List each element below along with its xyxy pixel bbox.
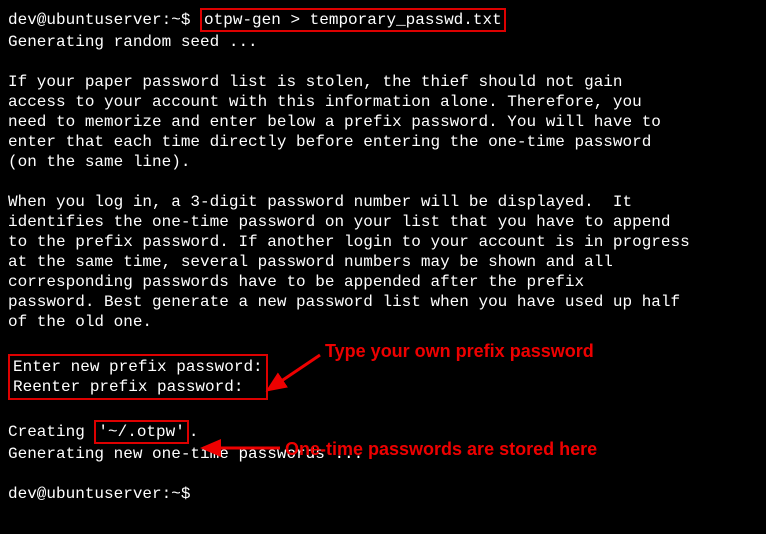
command-highlighted: otpw-gen > temporary_passwd.txt (200, 8, 506, 32)
para2-line: of the old one. (8, 312, 758, 332)
para2-line: to the prefix password. If another login… (8, 232, 758, 252)
annotation-prefix: Type your own prefix password (325, 340, 594, 363)
enter-prefix-prompt[interactable]: Enter new prefix password: (13, 357, 263, 377)
annotation-storage: One-time passwords are stored here (285, 438, 597, 461)
prompt-line-2[interactable]: dev@ubuntuserver:~$ (8, 484, 758, 504)
para2-line: identifies the one-time password on your… (8, 212, 758, 232)
prompt-user: dev@ubuntuserver (8, 11, 162, 29)
para1-line: (on the same line). (8, 152, 758, 172)
prompt-line-1: dev@ubuntuserver:~$ otpw-gen > temporary… (8, 8, 758, 32)
para2-line: password. Best generate a new password l… (8, 292, 758, 312)
creating-prefix: Creating (8, 423, 94, 441)
prefix-password-box: Enter new prefix password: Reenter prefi… (8, 354, 268, 400)
output-seed: Generating random seed ... (8, 32, 758, 52)
para1-line: enter that each time directly before ent… (8, 132, 758, 152)
para1-line: access to your account with this informa… (8, 92, 758, 112)
para1-line: need to memorize and enter below a prefi… (8, 112, 758, 132)
prompt-user: dev@ubuntuserver (8, 485, 162, 503)
prompt-path: :~$ (162, 11, 200, 29)
arrow-icon (260, 350, 330, 400)
para2-line: When you log in, a 3-digit password numb… (8, 192, 758, 212)
prompt-path: :~$ (162, 485, 191, 503)
para1-line: If your paper password list is stolen, t… (8, 72, 758, 92)
otpw-path-box: '~/.otpw' (94, 420, 188, 444)
reenter-prefix-prompt[interactable]: Reenter prefix password: (13, 377, 263, 397)
creating-suffix: . (189, 423, 199, 441)
para2-line: corresponding passwords have to be appen… (8, 272, 758, 292)
para2-line: at the same time, several password numbe… (8, 252, 758, 272)
